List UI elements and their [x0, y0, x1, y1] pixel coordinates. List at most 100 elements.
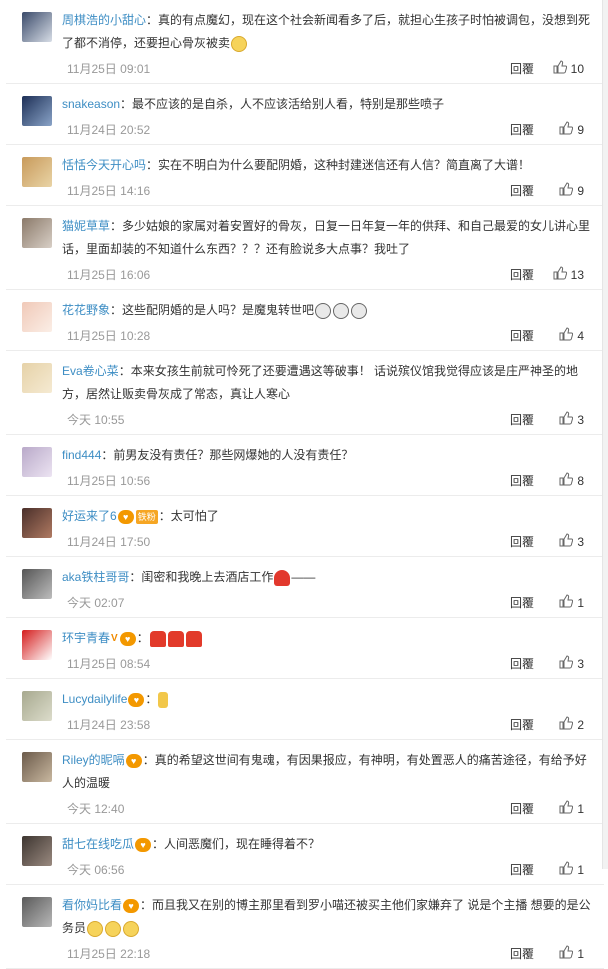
- user-avatar[interactable]: [22, 569, 52, 599]
- username-link[interactable]: Lucydailylife: [62, 692, 127, 706]
- username-link[interactable]: 花花野象: [62, 303, 110, 317]
- username-link[interactable]: 好运来了6: [62, 509, 117, 523]
- face-icon: [105, 920, 122, 937]
- comment-text: ：: [145, 692, 158, 706]
- like-count: 13: [570, 268, 584, 282]
- candle-icon: [167, 630, 184, 647]
- like-button[interactable]: 4: [544, 322, 584, 351]
- comment-item: 花花野象：这些配阴婚的是人吗？是魔鬼转世吧 11月25日 10:28 回覆 4: [6, 290, 604, 351]
- like-button[interactable]: 1: [544, 940, 584, 969]
- reply-button[interactable]: 回覆: [510, 711, 534, 739]
- face-icon: [123, 920, 140, 937]
- username-link[interactable]: aka铁柱哥哥: [62, 570, 129, 584]
- comment-tail: ——: [291, 570, 316, 584]
- like-button[interactable]: 8: [544, 467, 584, 496]
- reply-button[interactable]: 回覆: [510, 322, 534, 350]
- comment-meta: 11月25日 08:54 回覆 3: [62, 650, 594, 678]
- scrollbar[interactable]: [602, 0, 608, 869]
- user-avatar[interactable]: [22, 96, 52, 126]
- reply-button[interactable]: 回覆: [510, 261, 534, 289]
- reply-button[interactable]: 回覆: [510, 856, 534, 884]
- comment-time: 11月25日 14:16: [67, 184, 151, 198]
- reply-button[interactable]: 回覆: [510, 795, 534, 823]
- comment-time: 11月24日 23:58: [67, 718, 151, 732]
- comment-item: 环宇青春V ♥： 11月25日 08:54 回覆 3: [6, 618, 604, 679]
- thumbs-up-icon: [559, 178, 574, 206]
- user-avatar[interactable]: [22, 630, 52, 660]
- comment-meta: 11月25日 10:56 回覆 8: [62, 467, 594, 495]
- reply-button[interactable]: 回覆: [510, 528, 534, 556]
- reply-button[interactable]: 回覆: [510, 467, 534, 495]
- comment-meta: 11月24日 20:52 回覆 9: [62, 116, 594, 144]
- like-button[interactable]: 13: [544, 261, 584, 290]
- username-link[interactable]: 环宇青春: [62, 631, 110, 645]
- user-avatar[interactable]: [22, 691, 52, 721]
- like-button[interactable]: 3: [544, 528, 584, 557]
- reply-button[interactable]: 回覆: [510, 55, 534, 83]
- reply-button[interactable]: 回覆: [510, 177, 534, 205]
- comment-text: ：闺密和我晚上去酒店工作: [129, 570, 274, 584]
- username-link[interactable]: 看你妈比看: [62, 898, 122, 912]
- comment-item: snakeason：最不应该的是自杀，人不应该活给别人看，特别是那些喷子 11月2…: [6, 84, 604, 145]
- user-avatar[interactable]: [22, 302, 52, 332]
- user-avatar[interactable]: [22, 508, 52, 538]
- username-link[interactable]: 猫妮草草: [62, 219, 110, 233]
- reply-button[interactable]: 回覆: [510, 116, 534, 144]
- vip-badge-icon: V: [111, 632, 118, 644]
- thumbs-up-icon: [559, 468, 574, 496]
- comment-meta: 11月25日 14:16 回覆 9: [62, 177, 594, 205]
- like-button[interactable]: 3: [544, 650, 584, 679]
- user-avatar[interactable]: [22, 218, 52, 248]
- comment-item: Lucydailylife ♥： 11月24日 23:58 回覆 2: [6, 679, 604, 740]
- comment-meta: 11月25日 10:28 回覆 4: [62, 322, 594, 350]
- user-avatar[interactable]: [22, 752, 52, 782]
- comment-text: ：实在不明白为什么要配阴婚，这种封建迷信还有人信？简直离了大谱！: [146, 158, 531, 172]
- username-link[interactable]: 甜七在线吃瓜: [62, 837, 134, 851]
- thumbs-up-icon: [559, 651, 574, 679]
- scared-face-icon: [315, 302, 332, 319]
- reply-button[interactable]: 回覆: [510, 589, 534, 617]
- comment-body: Lucydailylife ♥：: [62, 688, 594, 711]
- username-link[interactable]: snakeason: [62, 97, 120, 111]
- user-avatar[interactable]: [22, 12, 52, 42]
- comment-body: find444：前男友没有责任？那些网爆她的人没有责任？: [62, 444, 594, 467]
- username-link[interactable]: Riley的昵嗝: [62, 753, 125, 767]
- tea-icon: [158, 691, 169, 708]
- reply-button[interactable]: 回覆: [510, 940, 534, 968]
- user-avatar[interactable]: [22, 363, 52, 393]
- like-button[interactable]: 9: [544, 116, 584, 145]
- comment-text: ：这些配阴婚的是人吗？是魔鬼转世吧: [110, 303, 315, 317]
- like-count: 4: [577, 329, 584, 343]
- user-avatar[interactable]: [22, 447, 52, 477]
- like-button[interactable]: 1: [544, 589, 584, 618]
- comment-item: 看你妈比看 ♥ ：而且我又在别的博主那里看到罗小喵还被买主他们家嫌弃了 说是个主播 …: [6, 885, 604, 969]
- heart-badge-icon: ♥: [123, 898, 140, 913]
- like-button[interactable]: 3: [544, 406, 584, 435]
- user-avatar[interactable]: [22, 836, 52, 866]
- candle-icon: [185, 630, 202, 647]
- username-link[interactable]: Eva卷心菜: [62, 364, 119, 378]
- user-avatar[interactable]: [22, 897, 52, 927]
- like-button[interactable]: 2: [544, 711, 584, 740]
- thumbs-up-icon: [559, 117, 574, 145]
- username-link[interactable]: 恬恬今天开心吗: [62, 158, 146, 172]
- thumbs-up-icon: [559, 712, 574, 740]
- user-avatar[interactable]: [22, 157, 52, 187]
- username-link[interactable]: 周棋浩的小甜心: [62, 13, 146, 27]
- like-button[interactable]: 10: [544, 55, 584, 84]
- like-count: 8: [577, 474, 584, 488]
- username-link[interactable]: find444: [62, 448, 101, 462]
- comment-time: 11月24日 17:50: [67, 535, 151, 549]
- reply-button[interactable]: 回覆: [510, 650, 534, 678]
- comment-meta: 今天 10:55 回覆 3: [62, 406, 594, 434]
- like-button[interactable]: 1: [544, 856, 584, 885]
- reply-button[interactable]: 回覆: [510, 406, 534, 434]
- comment-body: snakeason：最不应该的是自杀，人不应该活给别人看，特别是那些喷子: [62, 93, 594, 116]
- comment-body: 恬恬今天开心吗：实在不明白为什么要配阴婚，这种封建迷信还有人信？简直离了大谱！: [62, 154, 594, 177]
- like-button[interactable]: 9: [544, 177, 584, 206]
- comment-body: Eva卷心菜：本来女孩生前就可怜死了还要遭遇这等破事！ 话说殡仪馆我觉得应该是庄…: [62, 360, 594, 406]
- thumbs-up-icon: [553, 56, 567, 84]
- like-button[interactable]: 1: [544, 795, 584, 824]
- red-heart-icon: [274, 569, 291, 586]
- comment-body: 环宇青春V ♥：: [62, 627, 594, 650]
